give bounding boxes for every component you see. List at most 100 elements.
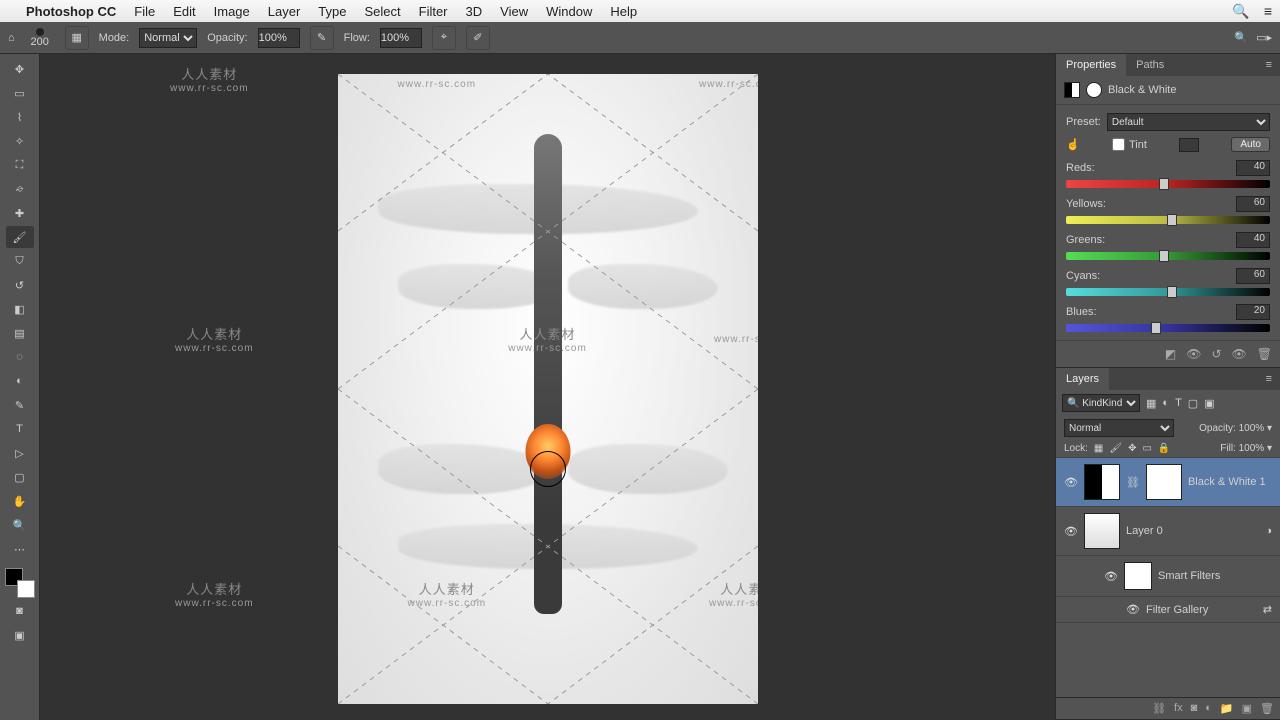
pressure-size-icon[interactable]: ✐: [466, 26, 490, 50]
filter-gallery-item[interactable]: 👁 Filter Gallery ⇄: [1056, 597, 1280, 623]
blend-mode-select[interactable]: Normal: [1064, 419, 1174, 437]
layer-black-white[interactable]: 👁 ⛓ Black & White 1: [1056, 458, 1280, 507]
canvas-area[interactable]: www.rr-sc.com www.rr-sc.com 人人素材www.rr-s…: [40, 54, 1055, 720]
clip-to-layer-icon[interactable]: ◩: [1165, 347, 1176, 361]
move-tool-icon[interactable]: ✥: [6, 58, 34, 80]
filter-mask-thumb[interactable]: [1124, 562, 1152, 590]
layers-panel-menu-icon[interactable]: ≡: [1258, 368, 1280, 390]
brush-panel-toggle-icon[interactable]: ▦: [65, 26, 89, 50]
tab-properties[interactable]: Properties: [1056, 54, 1126, 76]
layer-mask-icon[interactable]: ◙: [1191, 702, 1198, 715]
airbrush-icon[interactable]: ⌖: [432, 26, 456, 50]
layer-layer0[interactable]: 👁 Layer 0 ◑: [1056, 507, 1280, 556]
menu-help[interactable]: Help: [610, 4, 637, 19]
hand-tool-icon[interactable]: ✋: [6, 490, 34, 512]
screen-mode-icon[interactable]: ▣: [6, 624, 34, 646]
targeted-adjust-icon[interactable]: ☝: [1066, 138, 1080, 151]
panel-menu-icon[interactable]: ≡: [1258, 54, 1280, 76]
search-icon[interactable]: 🔍: [1234, 31, 1248, 44]
menu-type[interactable]: Type: [318, 4, 346, 19]
gradient-tool-icon[interactable]: ▤: [6, 322, 34, 344]
menu-view[interactable]: View: [500, 4, 528, 19]
lock-artboard-icon[interactable]: ▭: [1142, 443, 1151, 454]
history-brush-tool-icon[interactable]: ↺: [6, 274, 34, 296]
path-select-tool-icon[interactable]: ▷: [6, 442, 34, 464]
brush-preset-picker[interactable]: 200: [25, 24, 55, 52]
blues-slider[interactable]: [1066, 324, 1270, 332]
menu-filter[interactable]: Filter: [419, 4, 448, 19]
menu-select[interactable]: Select: [364, 4, 400, 19]
layer-fill-value[interactable]: 100%: [1239, 443, 1265, 454]
lock-transparent-icon[interactable]: ▦: [1094, 443, 1103, 454]
adjustment-layer-icon[interactable]: ◐: [1205, 702, 1212, 715]
menu-window[interactable]: Window: [546, 4, 592, 19]
filter-type-icon[interactable]: T: [1175, 397, 1182, 409]
menu-image[interactable]: Image: [214, 4, 250, 19]
app-name[interactable]: Photoshop CC: [26, 4, 116, 19]
lock-pixels-icon[interactable]: 🖌: [1109, 443, 1122, 454]
yellows-slider[interactable]: [1066, 216, 1270, 224]
greens-slider[interactable]: [1066, 252, 1270, 260]
visibility-toggle-icon[interactable]: 👁: [1104, 570, 1118, 583]
mask-thumb[interactable]: [1146, 464, 1182, 500]
cyans-slider[interactable]: [1066, 288, 1270, 296]
toggle-visibility-icon[interactable]: 👁: [1232, 347, 1247, 361]
menu-extras-icon[interactable]: ≡: [1264, 3, 1272, 20]
visibility-toggle-icon[interactable]: 👁: [1126, 603, 1140, 616]
eraser-tool-icon[interactable]: ◧: [6, 298, 34, 320]
eyedropper-tool-icon[interactable]: ⌮: [6, 178, 34, 200]
home-icon[interactable]: ⌂: [8, 32, 15, 44]
link-layers-icon[interactable]: ⛓: [1152, 702, 1166, 715]
menu-3d[interactable]: 3D: [466, 4, 483, 19]
layer-name[interactable]: Black & White 1: [1188, 476, 1266, 488]
tab-layers[interactable]: Layers: [1056, 368, 1109, 390]
lock-position-icon[interactable]: ✥: [1128, 443, 1136, 454]
tint-checkbox[interactable]: [1112, 138, 1125, 151]
document-canvas[interactable]: www.rr-sc.com www.rr-sc.com 人人素材www.rr-s…: [338, 74, 758, 704]
menu-layer[interactable]: Layer: [268, 4, 301, 19]
link-icon[interactable]: ⛓: [1126, 476, 1140, 489]
group-icon[interactable]: 📁: [1220, 702, 1234, 715]
shape-tool-icon[interactable]: ▢: [6, 466, 34, 488]
filter-shape-icon[interactable]: ▢: [1188, 397, 1198, 410]
healing-tool-icon[interactable]: ✚: [6, 202, 34, 224]
reset-icon[interactable]: ↺: [1211, 347, 1221, 361]
filter-name[interactable]: Filter Gallery: [1146, 604, 1208, 616]
zoom-tool-icon[interactable]: 🔍: [6, 514, 34, 536]
filter-blend-icon[interactable]: ⇄: [1263, 603, 1272, 616]
menu-file[interactable]: File: [134, 4, 155, 19]
flow-input[interactable]: [380, 28, 422, 48]
reds-slider[interactable]: [1066, 180, 1270, 188]
marquee-tool-icon[interactable]: ▭: [6, 82, 34, 104]
type-tool-icon[interactable]: T: [6, 418, 34, 440]
blur-tool-icon[interactable]: ◌: [6, 346, 34, 368]
layer-name[interactable]: Layer 0: [1126, 525, 1163, 537]
preset-select[interactable]: Default: [1107, 113, 1270, 131]
filter-adjust-icon[interactable]: ◐: [1162, 397, 1169, 409]
layer-opacity-value[interactable]: 100%: [1239, 423, 1265, 434]
menu-edit[interactable]: Edit: [173, 4, 195, 19]
lock-all-icon[interactable]: 🔒: [1158, 443, 1170, 454]
quick-mask-icon[interactable]: ◙: [6, 600, 34, 622]
new-layer-icon[interactable]: ▣: [1242, 702, 1252, 715]
delete-adjustment-icon[interactable]: 🗑: [1257, 347, 1272, 361]
edit-toolbar-icon[interactable]: ⋯: [6, 538, 34, 560]
stamp-tool-icon[interactable]: ⛉: [6, 250, 34, 272]
mode-select[interactable]: Normal: [139, 28, 197, 48]
dodge-tool-icon[interactable]: ◐: [6, 370, 34, 392]
tab-paths[interactable]: Paths: [1126, 54, 1174, 76]
brush-tool-icon[interactable]: 🖌: [6, 226, 34, 248]
workspace-switcher-icon[interactable]: ▭▸: [1256, 31, 1272, 44]
layer-thumb[interactable]: [1084, 513, 1120, 549]
crop-tool-icon[interactable]: ⛶: [6, 154, 34, 176]
layer-mask-icon[interactable]: [1086, 82, 1102, 98]
view-previous-icon[interactable]: 👁: [1186, 347, 1201, 361]
smart-filters-group[interactable]: 👁 Smart Filters: [1056, 556, 1280, 597]
layer-filter-kind[interactable]: 🔍 KindKind: [1062, 394, 1140, 412]
opacity-input[interactable]: [258, 28, 300, 48]
foreground-background-swatch[interactable]: [5, 568, 35, 598]
layer-style-icon[interactable]: fx: [1174, 702, 1183, 715]
adjustment-thumb[interactable]: [1084, 464, 1120, 500]
magic-wand-tool-icon[interactable]: ✧: [6, 130, 34, 152]
visibility-toggle-icon[interactable]: 👁: [1064, 525, 1078, 538]
